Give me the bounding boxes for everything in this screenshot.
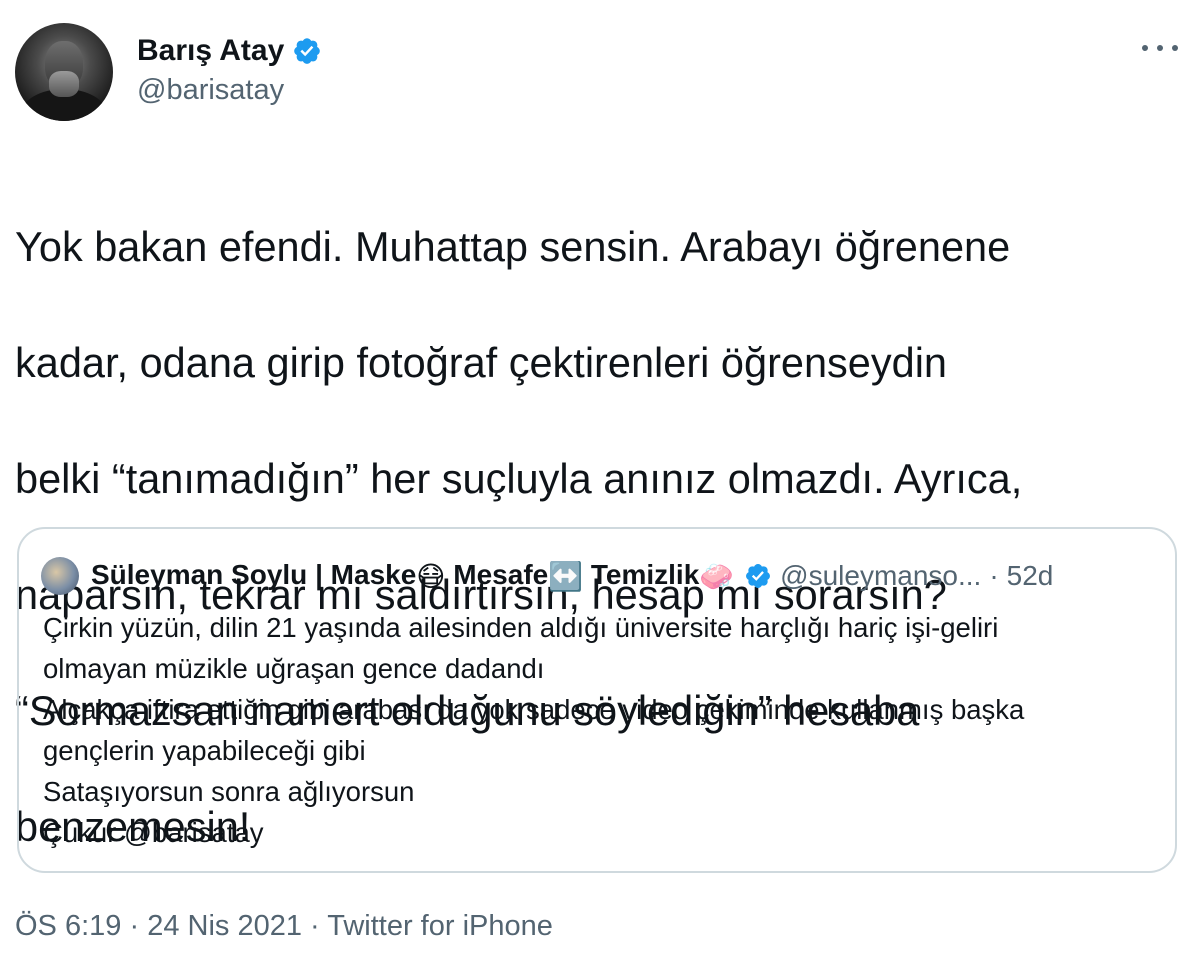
tweet-date[interactable]: 24 Nis 2021 [147, 910, 302, 942]
quoted-author-name[interactable]: Süleyman Soylu | Maske😷 Mesafe↔️ Temizli… [91, 559, 734, 593]
quoted-text-line: gençlerin yapabileceği gibi [43, 735, 366, 766]
tweet-card: Barış Atay @barisatay Yok bakan efendi. … [0, 0, 1200, 959]
verified-badge-icon [746, 564, 771, 588]
tweet-source[interactable]: Twitter for iPhone [327, 910, 553, 942]
tweet-text-line: kadar, odana girip fotoğraf çektirenleri… [15, 339, 948, 386]
avatar-hands [49, 71, 79, 97]
quoted-tweet-text: Çirkin yüzün, dilin 21 yaşında ailesinde… [43, 607, 1153, 853]
quoted-text-line: Çukur @barisatay [43, 817, 264, 848]
mask-emoji-icon: 😷 [416, 561, 446, 593]
left-right-arrow-emoji-icon: ↔️ [548, 561, 584, 593]
tweet-text-line: belki “tanımadığın” her suçluyla anınız … [15, 455, 1023, 502]
more-dot [1157, 45, 1163, 51]
quoted-separator: · [989, 560, 999, 591]
quoted-text-line: Alçakça iftira ettiğin gibi arabası da y… [43, 694, 1025, 725]
quoted-name-text: Mesafe [445, 558, 549, 590]
verified-badge-icon [294, 38, 321, 64]
meta-separator: · [121, 910, 148, 942]
soap-emoji-icon: 🧼 [699, 561, 735, 593]
tweet-text-line: Yok bakan efendi. Muhattap sensin. Araba… [15, 223, 1011, 270]
quoted-tweet-age[interactable]: 52d [1007, 560, 1054, 592]
tweet-time[interactable]: ÖS 6:19 [15, 910, 121, 942]
quoted-text-line: olmayan müzikle uğraşan gence dadandı [43, 653, 545, 684]
quoted-text-line: Çirkin yüzün, dilin 21 yaşında ailesinde… [43, 612, 999, 643]
author-name-row: Barış Atay [137, 34, 322, 68]
more-dot [1172, 45, 1178, 51]
quoted-text-line: Sataşıyorsun sonra ağlıyorsun [43, 776, 415, 807]
quoted-tweet[interactable]: Süleyman Soylu | Maske😷 Mesafe↔️ Temizli… [17, 527, 1177, 873]
tweet-metadata: ÖS 6:19 · 24 Nis 2021 · Twitter for iPho… [15, 910, 553, 943]
quoted-name-text: Süleyman Soylu | Maske [91, 558, 417, 590]
quoted-name-text: Temizlik [583, 558, 700, 590]
quoted-author-handle[interactable]: @suleymanso... [780, 560, 981, 592]
more-dot [1142, 45, 1148, 51]
quoted-tweet-header: Süleyman Soylu | Maske😷 Mesafe↔️ Temizli… [41, 557, 1161, 595]
author-avatar[interactable] [15, 23, 113, 121]
quoted-author-avatar[interactable] [41, 557, 79, 595]
author-handle[interactable]: @barisatay [137, 74, 284, 107]
author-display-name[interactable]: Barış Atay [137, 34, 284, 68]
meta-separator: · [301, 910, 328, 942]
more-options-icon[interactable] [1142, 33, 1178, 63]
